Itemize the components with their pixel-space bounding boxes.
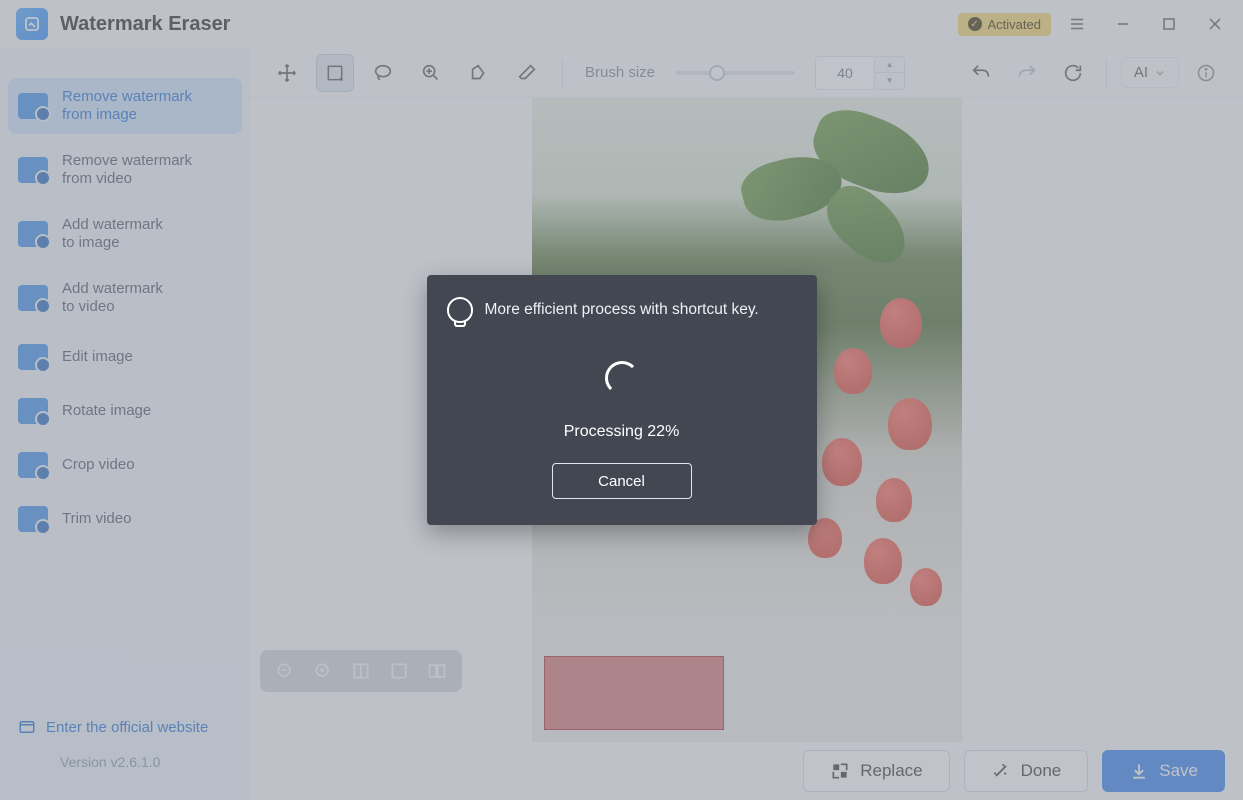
processing-prefix: Processing: [564, 423, 648, 440]
spinner-icon: [605, 361, 639, 395]
modal-overlay: More efficient process with shortcut key…: [0, 0, 1243, 800]
modal-tip-text: More efficient process with shortcut key…: [485, 301, 759, 319]
cancel-button[interactable]: Cancel: [552, 463, 692, 499]
processing-modal: More efficient process with shortcut key…: [427, 275, 817, 525]
processing-text: Processing 22%: [564, 423, 680, 441]
cancel-label: Cancel: [598, 473, 645, 490]
modal-tip-row: More efficient process with shortcut key…: [447, 297, 797, 323]
lightbulb-icon: [447, 297, 473, 323]
processing-value: 22%: [647, 423, 679, 440]
